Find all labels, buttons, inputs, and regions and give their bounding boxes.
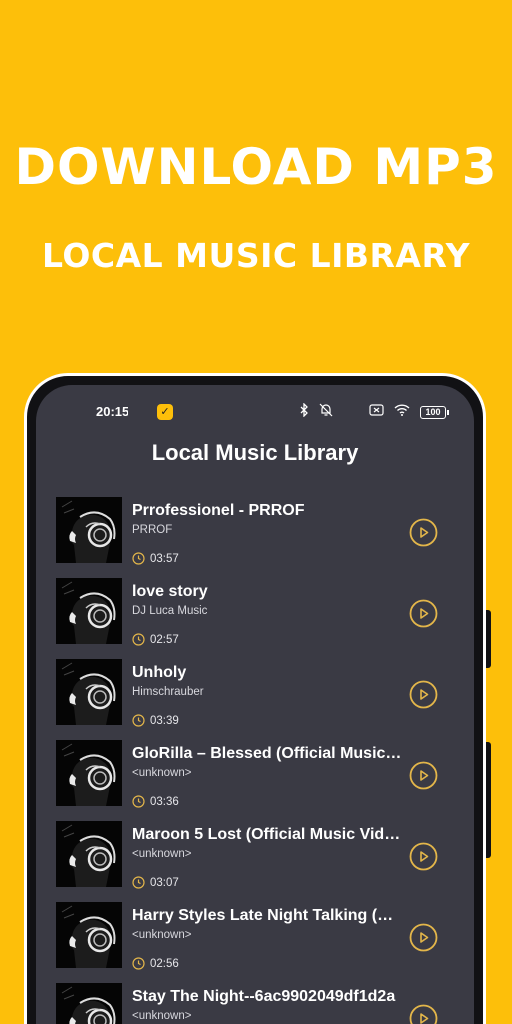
phone-side-button <box>486 742 491 858</box>
song-item[interactable]: Stay The Night--6ac9902049df1d2a <unknow… <box>36 983 474 1024</box>
album-art <box>56 983 122 1024</box>
album-art <box>56 659 122 725</box>
song-artist: Himschrauber <box>132 686 204 698</box>
promo-headline: DOWNLOAD MP3 <box>14 138 498 196</box>
song-duration: 03:57 <box>150 553 179 565</box>
song-artist: PRROF <box>132 524 173 536</box>
wifi-icon <box>394 403 410 421</box>
phone-screen: 20:15 ✓ 100 Local Music Library Prrofess… <box>36 385 474 1024</box>
song-artist: <unknown> <box>132 848 192 860</box>
screen-title: Local Music Library <box>151 440 359 465</box>
play-icon[interactable] <box>409 761 438 790</box>
song-duration: 03:39 <box>150 715 179 727</box>
song-item[interactable]: Unholy Himschrauber 03:39 <box>36 659 474 740</box>
phone-side-button <box>486 610 491 668</box>
play-icon[interactable] <box>409 599 438 628</box>
song-item[interactable]: Harry Styles Late Night Talking (Officia… <box>36 902 474 983</box>
song-artist: <unknown> <box>132 929 192 941</box>
app-notification-icon: ✓ <box>157 404 173 420</box>
clock-icon <box>132 876 145 889</box>
song-item[interactable]: love story DJ Luca Music 02:57 <box>36 578 474 659</box>
song-title: Unholy <box>132 664 187 681</box>
song-duration: 02:56 <box>150 958 179 970</box>
song-title: Stay The Night--6ac9902049df1d2a <box>132 988 396 1005</box>
clock-icon <box>132 714 145 727</box>
song-title: Maroon 5 Lost (Official Music Video) <box>132 826 402 843</box>
song-artist: <unknown> <box>132 1010 192 1022</box>
song-item[interactable]: Maroon 5 Lost (Official Music Video) <un… <box>36 821 474 902</box>
status-icons: 100 <box>299 401 449 422</box>
album-art <box>56 821 122 887</box>
song-title: GloRilla – Blessed (Official Music Video… <box>132 745 402 762</box>
song-item[interactable]: Prrofessionel - PRROF PRROF 03:57 <box>36 497 474 578</box>
song-duration: 03:07 <box>150 877 179 889</box>
song-artist: DJ Luca Music <box>132 605 208 617</box>
bluetooth-icon <box>299 401 309 422</box>
play-icon[interactable] <box>409 842 438 871</box>
song-list: Prrofessionel - PRROF PRROF 03:57 love s… <box>36 497 474 1024</box>
song-item[interactable]: GloRilla – Blessed (Official Music Video… <box>36 740 474 821</box>
no-sim-icon <box>369 403 384 421</box>
song-duration: 03:36 <box>150 796 179 808</box>
album-art <box>56 902 122 968</box>
album-art <box>56 497 122 563</box>
play-icon[interactable] <box>409 518 438 547</box>
promo-subline: LOCAL MUSIC LIBRARY <box>42 236 470 275</box>
clock-icon <box>132 552 145 565</box>
play-icon[interactable] <box>409 1004 438 1024</box>
phone-frame: 20:15 ✓ 100 Local Music Library Prrofess… <box>24 373 486 1024</box>
battery-icon: 100 <box>420 405 449 419</box>
status-bar: 20:15 ✓ 100 <box>36 401 474 423</box>
song-title: love story <box>132 583 208 600</box>
song-title: Harry Styles Late Night Talking (Officia… <box>132 907 402 924</box>
clock-icon <box>132 957 145 970</box>
status-time: 20:15 <box>96 404 128 419</box>
alarm-off-icon <box>319 403 333 422</box>
clock-icon <box>132 795 145 808</box>
song-title: Prrofessionel - PRROF <box>132 502 305 519</box>
clock-icon <box>132 633 145 646</box>
play-icon[interactable] <box>409 923 438 952</box>
song-artist: <unknown> <box>132 767 192 779</box>
album-art <box>56 740 122 806</box>
album-art <box>56 578 122 644</box>
song-duration: 02:57 <box>150 634 179 646</box>
play-icon[interactable] <box>409 680 438 709</box>
